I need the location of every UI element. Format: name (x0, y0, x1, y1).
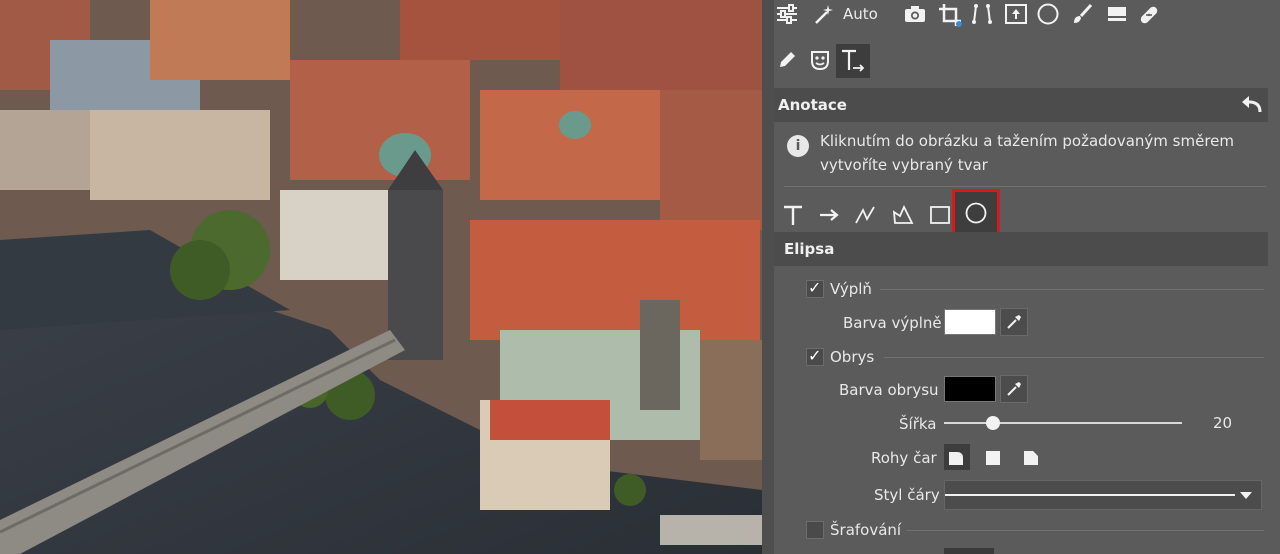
width-slider-track[interactable] (944, 422, 1182, 424)
fill-eyedropper-icon[interactable] (1000, 308, 1028, 336)
fill-label: Výplň (830, 280, 872, 298)
width-value: 20 (1213, 414, 1233, 432)
fill-color-label: Barva výplně (843, 314, 942, 332)
line-style-label: Styl čáry (874, 486, 940, 504)
outline-color-swatch[interactable] (944, 376, 996, 402)
fill-color-swatch[interactable] (944, 309, 996, 335)
width-slider-thumb[interactable] (986, 416, 1000, 430)
width-label: Šířka (899, 415, 937, 433)
frame-icon[interactable] (1004, 3, 1028, 25)
outline-divider (884, 357, 1264, 358)
arrow-tool-icon[interactable] (816, 202, 842, 228)
fill-checkbox[interactable]: ✓ (806, 278, 824, 298)
undo-icon[interactable] (1240, 94, 1262, 118)
camera-icon[interactable] (903, 3, 927, 25)
outline-color-label: Barva obrysu (839, 381, 939, 399)
rectangle-tool-icon[interactable] (927, 202, 953, 228)
ellipse-tool-icon[interactable] (952, 189, 1000, 237)
annotations-title: Anotace (778, 96, 847, 114)
photo-canvas[interactable] (0, 0, 762, 554)
pen-icon[interactable] (775, 48, 799, 72)
tools-panel (774, 0, 1280, 554)
adjust-sliders-icon[interactable] (775, 2, 799, 26)
text-tool-icon[interactable] (780, 202, 806, 228)
bevel-corner-icon[interactable] (1018, 444, 1044, 470)
hatching-swatch-partial[interactable] (944, 548, 994, 554)
divider-line (784, 186, 1266, 187)
line-style-select[interactable] (944, 480, 1262, 510)
perspective-icon[interactable] (970, 2, 994, 26)
annotations-header: Anotace (774, 88, 1268, 122)
square-corner-icon[interactable] (980, 444, 1006, 470)
aerial-city-photo (0, 0, 762, 554)
panel-divider[interactable] (762, 0, 774, 554)
line-tool-icon[interactable] (852, 202, 878, 228)
mask-face-icon[interactable] (808, 48, 832, 72)
outline-label: Obrys (830, 348, 875, 366)
hatching-label: Šrafování (830, 521, 902, 539)
magic-wand-icon[interactable] (812, 2, 836, 26)
outline-eyedropper-icon[interactable] (1000, 375, 1028, 403)
rounded-corner-icon[interactable] (944, 444, 970, 470)
circle-mask-icon[interactable] (1036, 2, 1060, 26)
crop-icon[interactable] (937, 2, 963, 28)
text-annotation-icon[interactable] (836, 44, 870, 78)
ellipse-title: Elipsa (784, 240, 835, 258)
outline-checkbox[interactable]: ✓ (806, 346, 824, 366)
line-style-preview (945, 494, 1235, 496)
ellipse-header: Elipsa (774, 232, 1268, 266)
auto-label[interactable]: Auto (843, 5, 878, 23)
eraser-icon[interactable] (1104, 3, 1130, 25)
bandage-icon[interactable] (1136, 2, 1162, 28)
hatching-divider (906, 530, 1264, 531)
corners-label: Rohy čar (871, 449, 937, 467)
hatching-checkbox[interactable] (806, 521, 824, 539)
polygon-tool-icon[interactable] (890, 202, 916, 228)
info-message: Kliknutím do obrázku a tažením požadovan… (820, 132, 1235, 174)
brush-icon[interactable] (1070, 2, 1094, 26)
chevron-down-icon (1239, 487, 1253, 506)
fill-divider (880, 289, 1264, 290)
info-icon: i (787, 135, 809, 157)
